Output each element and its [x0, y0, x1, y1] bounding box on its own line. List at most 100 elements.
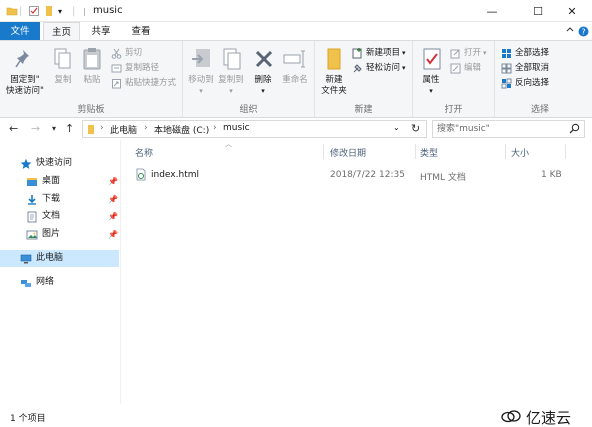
title-bar: | ▾ | | music — ☐ ✕: [0, 0, 592, 22]
customize-toolbar-chevron-icon[interactable]: ▾: [58, 4, 62, 18]
ribbon: 固定到" 快速访问" 复制 粘贴 剪切 复制路径 粘贴快捷方式 剪贴板 移动到 …: [0, 40, 592, 118]
address-folder-icon: [86, 124, 96, 138]
properties-button[interactable]: 属性 ▾: [419, 45, 443, 97]
minimize-button[interactable]: —: [472, 0, 512, 22]
new-folder-button[interactable]: 新建 文件夹: [319, 45, 349, 97]
delete-label: 删除: [254, 75, 272, 85]
refresh-icon[interactable]: ↻: [411, 122, 420, 135]
expand-ribbon-chevron-icon[interactable]: [566, 26, 574, 37]
rename-button[interactable]: 重命名: [279, 45, 311, 86]
new-group-label: 新建: [354, 105, 373, 115]
easy-access-button[interactable]: 轻松访问 ▾: [351, 61, 406, 75]
move-to-label: 移动到: [188, 75, 214, 85]
search-box[interactable]: [432, 120, 585, 138]
open-chevron-icon: ▾: [483, 49, 487, 57]
delete-x-icon: [251, 45, 277, 73]
separator: |: [19, 5, 23, 17]
back-arrow-icon[interactable]: ←: [9, 122, 18, 135]
open-group: 属性 ▾ 打开 ▾ 编辑 打开: [413, 41, 495, 117]
nav-downloads[interactable]: 下载: [26, 191, 60, 208]
tab-share[interactable]: 共享: [84, 22, 118, 41]
paste-shortcut-button[interactable]: 粘贴快捷方式: [110, 76, 176, 90]
nav-pictures[interactable]: 图片: [26, 226, 60, 243]
breadcrumb-separator[interactable]: ›: [100, 123, 104, 133]
address-row: ← → ▾ ↑ › 此电脑 › 本地磁盘 (C:) › music ⌄ ↻: [0, 118, 592, 140]
close-button[interactable]: ✕: [552, 0, 592, 22]
nav-this-pc[interactable]: 此电脑: [0, 250, 119, 267]
copy-path-button[interactable]: 复制路径: [110, 61, 159, 75]
column-header-size[interactable]: 大小: [511, 146, 529, 159]
breadcrumb-separator[interactable]: ›: [213, 123, 217, 133]
nav-documents-label: 文档: [42, 211, 61, 221]
open-group-label: 打开: [444, 105, 463, 115]
breadcrumb-this-pc[interactable]: 此电脑: [110, 123, 137, 136]
column-header-name[interactable]: 名称: [135, 146, 153, 159]
document-icon: [26, 211, 38, 223]
column-header-date[interactable]: 修改日期: [330, 146, 366, 159]
address-bar[interactable]: › 此电脑 › 本地磁盘 (C:) › music ⌄ ↻: [82, 120, 427, 138]
pinned-icon: 📌: [108, 212, 118, 221]
pin-icon: [12, 45, 38, 73]
easy-access-chevron-icon: ▾: [402, 64, 406, 72]
rename-label: 重命名: [282, 75, 308, 85]
new-folder-icon[interactable]: [44, 4, 54, 18]
breadcrumb-separator[interactable]: ›: [144, 123, 148, 133]
select-none-button[interactable]: 全部取消: [500, 61, 549, 75]
file-name[interactable]: index.html: [151, 170, 199, 180]
column-divider[interactable]: [505, 144, 506, 159]
pinned-icon: 📌: [108, 230, 118, 239]
new-item-button[interactable]: 新建项目 ▾: [351, 46, 406, 60]
delete-button[interactable]: 删除 ▾: [251, 45, 275, 97]
new-folder-label-line2: 文件夹: [321, 86, 347, 96]
column-divider[interactable]: [565, 144, 566, 159]
desktop-folder-icon: [26, 176, 38, 188]
address-dropdown-chevron-icon[interactable]: ⌄: [393, 123, 400, 132]
computer-icon: [20, 253, 32, 265]
pinned-icon: 📌: [108, 195, 118, 204]
open-label: 打开: [464, 48, 482, 58]
copy-to-button[interactable]: 复制到 ▾: [217, 45, 245, 97]
edit-button[interactable]: 编辑: [449, 61, 481, 75]
breadcrumb-local-disk[interactable]: 本地磁盘 (C:): [154, 123, 209, 136]
cut-button[interactable]: 剪切: [110, 46, 142, 60]
forward-arrow-icon[interactable]: →: [31, 122, 40, 135]
copy-button[interactable]: 复制: [50, 45, 76, 86]
help-icon[interactable]: ?: [578, 26, 589, 40]
invert-selection-button[interactable]: 反向选择: [500, 76, 549, 90]
tab-file[interactable]: 文件: [0, 22, 40, 41]
column-header-type[interactable]: 类型: [420, 146, 438, 159]
select-all-button[interactable]: 全部选择: [500, 46, 549, 60]
navigation-pane: 快速访问 桌面 📌 下载 📌 文档 📌 图片 📌 此电脑 网络: [0, 146, 119, 404]
search-input[interactable]: [437, 123, 562, 135]
move-to-button[interactable]: 移动到 ▾: [187, 45, 215, 97]
paste-button[interactable]: 粘贴: [78, 45, 106, 86]
open-icon: [449, 47, 461, 59]
nav-desktop-label: 桌面: [42, 176, 61, 186]
tab-home[interactable]: 主页: [43, 22, 80, 41]
column-divider[interactable]: [415, 144, 416, 159]
breadcrumb-music[interactable]: music: [223, 123, 250, 133]
recent-locations-chevron-icon[interactable]: ▾: [52, 124, 56, 133]
nav-desktop[interactable]: 桌面: [26, 173, 60, 190]
invert-selection-icon: [500, 77, 512, 89]
watermark-text: 亿速云: [526, 409, 572, 427]
clipboard-icon: [79, 45, 105, 73]
picture-icon: [26, 229, 38, 241]
open-button[interactable]: 打开 ▾: [449, 46, 487, 60]
nav-documents[interactable]: 文档: [26, 208, 60, 225]
tab-view[interactable]: 查看: [124, 22, 158, 41]
copy-label: 复制: [54, 75, 72, 85]
nav-quick-access[interactable]: 快速访问: [20, 155, 72, 172]
nav-network[interactable]: 网络: [20, 274, 54, 291]
pin-to-quick-access-button[interactable]: 固定到" 快速访问": [4, 45, 46, 97]
up-arrow-icon[interactable]: ↑: [65, 122, 74, 135]
search-icon[interactable]: [569, 123, 580, 137]
paste-label: 粘贴: [83, 75, 101, 85]
cloud-logo-icon: [500, 408, 522, 427]
properties-icon[interactable]: [28, 4, 40, 18]
copy-to-chevron-icon: ▾: [229, 87, 233, 95]
move-to-icon: [188, 45, 214, 73]
easy-access-icon: [351, 62, 363, 74]
cut-label: 剪切: [125, 48, 143, 58]
column-divider[interactable]: [323, 144, 324, 159]
